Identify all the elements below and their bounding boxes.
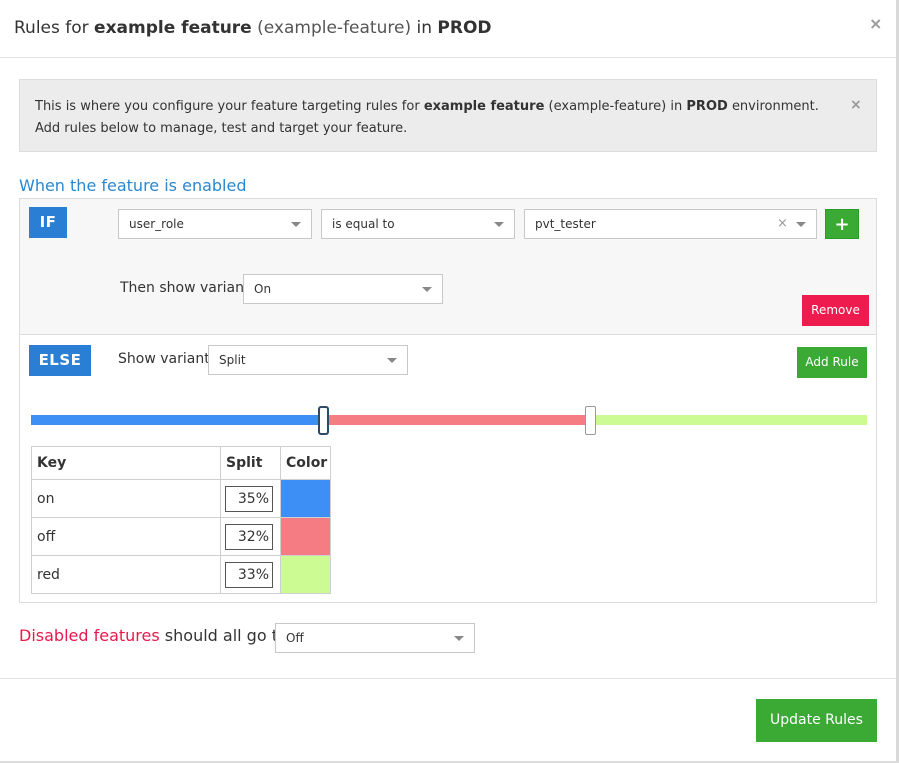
color-swatch[interactable] [281, 518, 330, 555]
update-rules-button[interactable]: Update Rules [756, 699, 877, 742]
slider-handle[interactable] [585, 406, 596, 435]
split-table-header: Key Split Color [31, 446, 331, 480]
title-feature-name: example feature [94, 18, 252, 38]
disabled-variant-value: Off [286, 631, 304, 645]
enabled-section-title: When the feature is enabled [19, 176, 247, 195]
rules-modal: Rules for example feature (example-featu… [0, 0, 899, 763]
info-close-icon[interactable]: × [850, 97, 862, 113]
operator-select[interactable]: is equal to [321, 209, 515, 239]
variant-key: off [31, 517, 221, 556]
color-column-header: Color [280, 446, 331, 480]
title-environment: PROD [437, 18, 492, 38]
value-select[interactable]: pvt_tester × [524, 209, 817, 239]
info-environment: PROD [686, 99, 728, 114]
color-swatch[interactable] [281, 556, 330, 593]
key-column-header: Key [31, 446, 221, 480]
remove-rule-button[interactable]: Remove [802, 295, 869, 326]
title-in-word: in [416, 18, 432, 38]
info-line-2: Add rules below to manage, test and targ… [35, 121, 408, 136]
split-percent-input[interactable]: 32% [225, 523, 273, 550]
info-feature-name: example feature [423, 99, 545, 114]
slider-segment-off [324, 415, 591, 425]
disabled-variant-select[interactable]: Off [275, 623, 475, 653]
chevron-down-icon [454, 636, 464, 641]
title-feature-key: (example-feature) [257, 18, 412, 38]
then-variant-select[interactable]: On [243, 274, 443, 304]
chevron-down-icon [291, 222, 301, 227]
slider-handle[interactable] [318, 406, 329, 435]
attribute-select[interactable]: user_role [118, 209, 312, 239]
info-banner: This is where you configure your feature… [19, 79, 877, 152]
split-column-header: Split [220, 446, 281, 480]
operator-value: is equal to [332, 217, 395, 231]
then-variant-value: On [254, 282, 272, 296]
info-feature-key: (example-feature) [548, 99, 667, 114]
table-row: on 35% [31, 479, 331, 518]
attribute-value: user_role [129, 217, 184, 231]
clear-icon[interactable]: × [777, 216, 788, 231]
variant-key: on [31, 479, 221, 518]
color-swatch[interactable] [281, 480, 330, 517]
add-condition-button[interactable]: + [825, 209, 859, 239]
then-show-variant-label: Then show variant [120, 280, 250, 296]
slider-segment-red [591, 415, 867, 425]
info-line-1: This is where you configure your feature… [35, 96, 819, 118]
chevron-down-icon [796, 222, 806, 227]
info-text: This is where you configure your feature… [35, 96, 819, 140]
footer-divider [0, 678, 896, 679]
else-tag: ELSE [29, 345, 91, 376]
info-env-suffix: environment. [731, 99, 819, 114]
disabled-features-label: Disabled features should all go to [19, 626, 288, 645]
disabled-features-text: Disabled features [19, 626, 160, 645]
value-value: pvt_tester [535, 217, 596, 231]
variant-key: red [31, 555, 221, 594]
chevron-down-icon [422, 287, 432, 292]
rules-box: IF user_role is equal to pvt_tester × + … [19, 198, 877, 603]
slider-segment-on [31, 415, 324, 425]
split-percent-input[interactable]: 33% [225, 561, 273, 588]
title-prefix: Rules for [14, 18, 89, 38]
disabled-go-to-text: should all go to [164, 626, 288, 645]
info-in-word: in [670, 99, 683, 114]
modal-title: Rules for example feature (example-featu… [14, 18, 492, 38]
if-rule-section: IF user_role is equal to pvt_tester × + … [20, 199, 876, 335]
modal-close-icon[interactable]: × [869, 16, 882, 32]
table-row: red 33% [31, 555, 331, 594]
split-percent-input[interactable]: 35% [225, 485, 273, 512]
modal-header: Rules for example feature (example-featu… [0, 0, 896, 58]
else-variant-select[interactable]: Split [208, 345, 408, 375]
info-prefix: This is where you configure your feature… [35, 99, 420, 114]
table-row: off 32% [31, 517, 331, 556]
split-table: Key Split Color on 35% off 32% red 33% [31, 446, 331, 594]
chevron-down-icon [387, 358, 397, 363]
add-rule-button[interactable]: Add Rule [797, 347, 867, 378]
split-slider[interactable] [31, 406, 867, 435]
chevron-down-icon [494, 222, 504, 227]
else-variant-value: Split [219, 353, 246, 367]
if-tag: IF [29, 207, 67, 238]
show-variant-label: Show variant [118, 351, 210, 367]
